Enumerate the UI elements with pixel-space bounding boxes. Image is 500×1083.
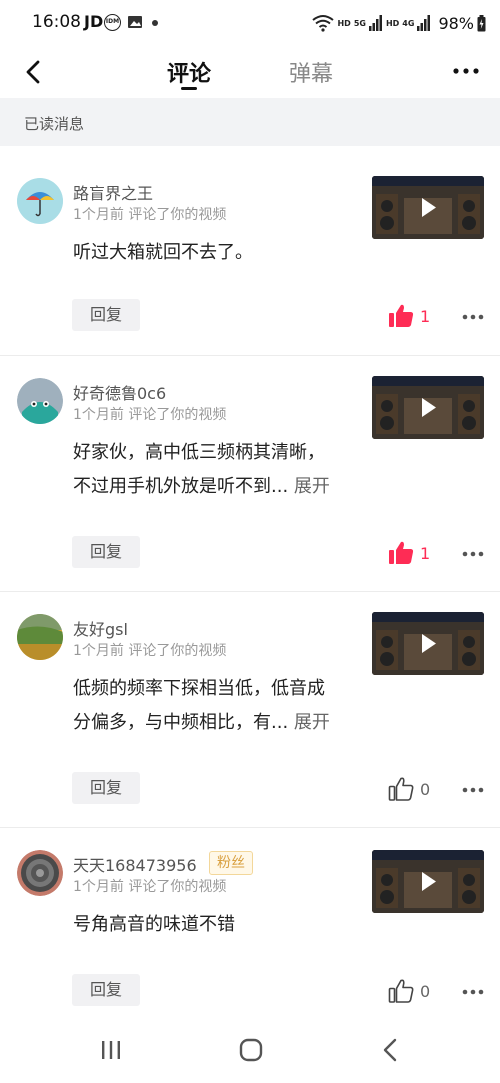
thumbs-up-outline-icon[interactable] — [388, 776, 414, 802]
expand-link[interactable]: 展开 — [294, 712, 330, 733]
landscape-avatar-image — [17, 614, 63, 660]
wifi-icon — [312, 15, 335, 32]
system-navigation-bar — [0, 1018, 500, 1083]
fan-badge: 粉丝 — [209, 851, 253, 875]
comment-meta: 1个月前 评论了你的视频 — [73, 207, 227, 223]
video-thumbnail-image — [372, 376, 484, 439]
username[interactable]: 路盲界之王 — [73, 180, 153, 204]
hd-label: HD — [337, 18, 351, 28]
idm-icon: IDM — [104, 14, 121, 31]
like-count: 1 — [420, 544, 431, 563]
tab-danmaku[interactable]: 弹幕 — [289, 56, 333, 88]
like-count: 1 — [420, 307, 431, 326]
more-actions-icon[interactable] — [462, 989, 484, 995]
thumbs-up-outline-icon[interactable] — [388, 978, 414, 1004]
status-indicators: HD 5G HD 4G 98% — [312, 11, 486, 35]
avatar[interactable] — [17, 378, 63, 424]
system-back-icon[interactable] — [382, 1038, 398, 1062]
reply-button[interactable]: 回复 — [72, 772, 140, 804]
more-options-icon[interactable] — [452, 66, 480, 76]
more-actions-icon[interactable] — [462, 314, 484, 320]
avatar[interactable] — [17, 850, 63, 896]
jd-app-icon: JD — [84, 12, 104, 31]
comment-item[interactable]: 好奇德鲁0c6 1个月前 评论了你的视频 好家伙，高中低三频柄其清晰， 不过用手… — [0, 356, 500, 592]
avatar[interactable] — [17, 178, 63, 224]
creature-avatar-image — [17, 378, 63, 424]
read-messages-header: 已读消息 — [0, 98, 500, 146]
thumbs-up-filled-icon[interactable] — [388, 303, 414, 329]
comment-meta: 1个月前 评论了你的视频 — [73, 643, 227, 659]
video-thumbnail[interactable] — [372, 376, 484, 439]
recent-apps-icon[interactable] — [100, 1040, 122, 1060]
battery-charging-icon — [477, 14, 486, 31]
comment-text[interactable]: 号角高音的味道不错 — [73, 908, 363, 942]
username[interactable]: 天天168473956 — [73, 852, 197, 876]
comment-meta: 1个月前 评论了你的视频 — [73, 407, 227, 423]
notification-dot-icon — [152, 20, 158, 26]
comment-line: 好家伙，高中低三频柄其清晰， — [73, 442, 325, 463]
avatar[interactable] — [17, 614, 63, 660]
pattern-avatar-image — [17, 850, 63, 896]
comment-item[interactable]: 路盲界之王 1个月前 评论了你的视频 听过大箱就回不去了。 回复 1 — [0, 156, 500, 356]
video-thumbnail-image — [372, 176, 484, 239]
top-navigation: 评论 弹幕 — [0, 46, 500, 98]
more-actions-icon[interactable] — [462, 551, 484, 557]
status-time: 16:08 — [32, 12, 81, 32]
signal-5g-icon — [368, 15, 382, 31]
signal-4g-label: 4G — [402, 18, 415, 28]
comment-text[interactable]: 好家伙，高中低三频柄其清晰， 不过用手机外放是听不到... 展开 — [73, 436, 363, 504]
video-thumbnail[interactable] — [372, 850, 484, 913]
comment-line: 听过大箱就回不去了。 — [73, 242, 253, 263]
comment-line: 低频的频率下探相当低，低音成 — [73, 678, 325, 699]
battery-level: 98% — [438, 13, 474, 33]
comment-line: 号角高音的味道不错 — [73, 914, 235, 935]
username[interactable]: 好奇德鲁0c6 — [73, 380, 166, 404]
video-thumbnail-image — [372, 612, 484, 675]
comment-line: 不过用手机外放是听不到... — [73, 476, 289, 497]
read-messages-label: 已读消息 — [24, 115, 85, 133]
home-icon[interactable] — [239, 1038, 263, 1062]
signal-5g-label: 5G — [353, 18, 366, 28]
video-thumbnail[interactable] — [372, 612, 484, 675]
signal-4g-icon — [417, 15, 431, 31]
like-count: 0 — [420, 780, 431, 799]
username[interactable]: 友好gsl — [73, 616, 128, 640]
back-arrow-icon[interactable] — [16, 54, 52, 90]
comment-meta: 1个月前 评论了你的视频 — [73, 879, 227, 895]
comment-item[interactable]: 友好gsl 1个月前 评论了你的视频 低频的频率下探相当低，低音成 分偏多，与中… — [0, 592, 500, 828]
reply-button[interactable]: 回复 — [72, 974, 140, 1006]
video-thumbnail-image — [372, 850, 484, 913]
more-actions-icon[interactable] — [462, 787, 484, 793]
umbrella-avatar-image — [17, 178, 63, 224]
hd-label-2: HD — [385, 18, 400, 28]
comment-text[interactable]: 听过大箱就回不去了。 — [73, 236, 363, 270]
comment-line: 分偏多，与中频相比，有... — [73, 712, 289, 733]
expand-link[interactable]: 展开 — [294, 476, 330, 497]
thumbs-up-filled-icon[interactable] — [388, 540, 414, 566]
reply-button[interactable]: 回复 — [72, 536, 140, 568]
comment-text[interactable]: 低频的频率下探相当低，低音成 分偏多，与中频相比，有... 展开 — [73, 672, 363, 740]
gallery-notification-icon — [128, 16, 142, 28]
comment-item[interactable]: 天天168473956 粉丝 1个月前 评论了你的视频 号角高音的味道不错 回复… — [0, 828, 500, 1018]
reply-button[interactable]: 回复 — [72, 299, 140, 331]
status-bar: 16:08 JD IDM HD 5G HD 4G 98% — [0, 0, 500, 46]
active-tab-indicator — [181, 87, 197, 90]
tab-comments[interactable]: 评论 — [167, 56, 211, 88]
like-count: 0 — [420, 982, 431, 1001]
video-thumbnail[interactable] — [372, 176, 484, 239]
